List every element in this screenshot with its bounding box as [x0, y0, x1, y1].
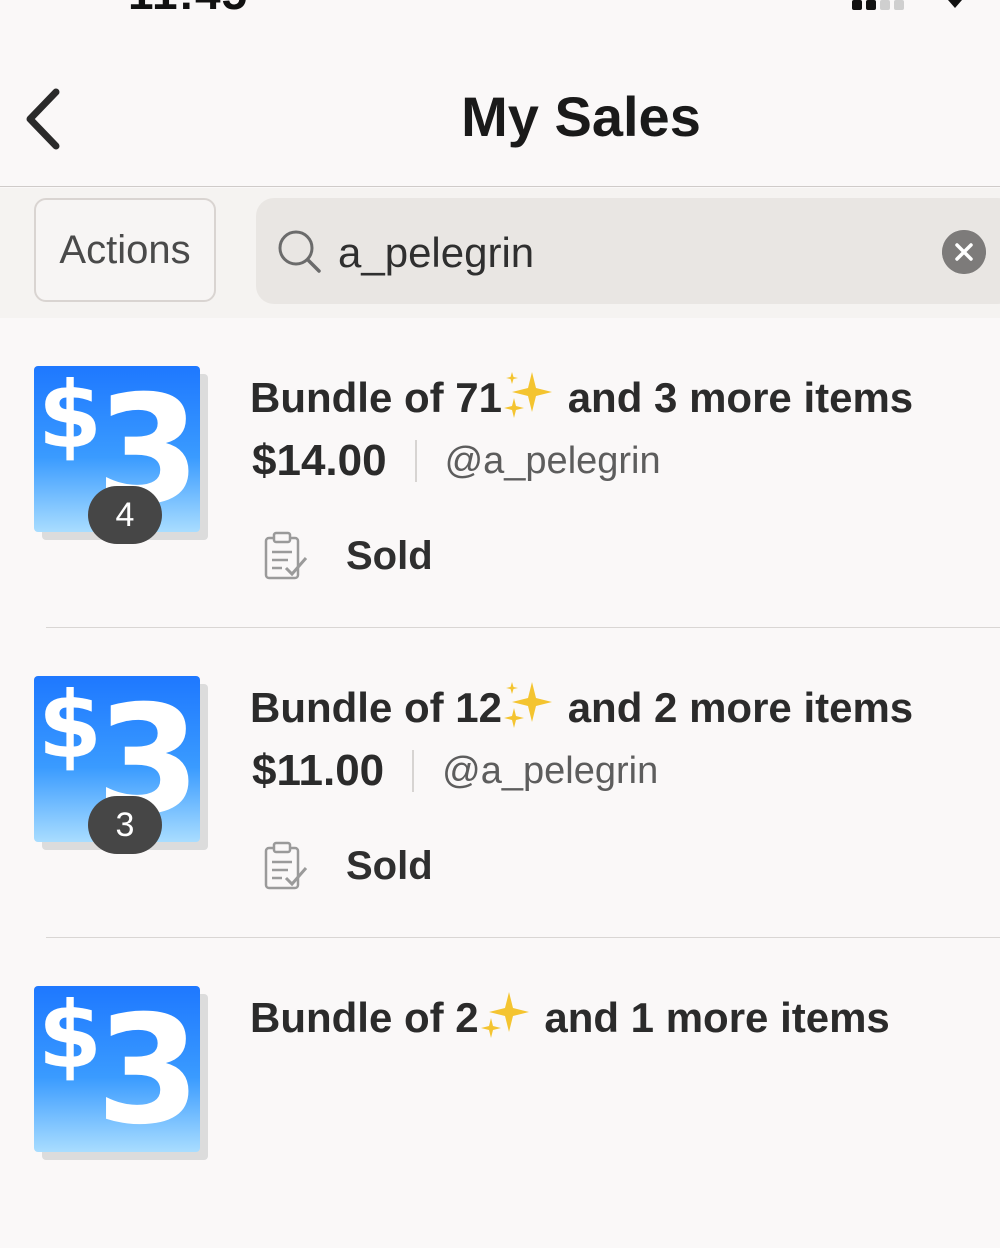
bundle-thumbnail: $ 3 4 — [34, 366, 208, 544]
sparkles-icon — [480, 992, 529, 1038]
sale-title: Bundle of 12 and 2 more items — [250, 680, 913, 732]
nav-bar: My Sales — [0, 40, 1000, 187]
bundle-thumbnail: $ 3 — [34, 986, 208, 1160]
sale-status: Sold — [262, 840, 433, 892]
actions-button[interactable]: Actions — [34, 198, 216, 302]
separator — [414, 440, 417, 482]
sale-row[interactable]: $ 3 Bundle of 2 and 1 more items — [0, 938, 1000, 1248]
sale-title: Bundle of 71 and 3 more items — [250, 370, 913, 422]
search-icon — [278, 230, 321, 273]
bundle-thumbnail: $ 3 3 — [34, 676, 208, 854]
search-box[interactable] — [256, 198, 1000, 304]
sale-title-suffix: and 2 more items — [556, 684, 914, 731]
clear-search-icon[interactable] — [942, 230, 986, 274]
item-count-badge: 3 — [88, 796, 162, 854]
thumb-dollar: $ — [38, 986, 103, 1089]
clipboard-check-icon — [264, 531, 308, 580]
thumb-dollar: $ — [38, 366, 103, 469]
sale-title-suffix: and 1 more items — [532, 994, 890, 1041]
sale-price: $11.00 — [252, 746, 385, 795]
search-input[interactable] — [336, 222, 900, 284]
sale-title-prefix: Bundle of 2 — [250, 994, 479, 1041]
sale-title-prefix: Bundle of 71 — [250, 374, 503, 421]
sale-title-prefix: Bundle of 12 — [250, 684, 503, 731]
status-time: 11:45 — [128, 0, 248, 20]
status-bar: 11:45 — [0, 0, 1000, 40]
sale-title: Bundle of 2 and 1 more items — [250, 990, 890, 1042]
separator — [412, 750, 415, 792]
sale-price: $14.00 — [252, 436, 387, 485]
sparkles-icon — [504, 372, 553, 418]
clipboard-check-icon — [264, 841, 308, 890]
thumb-number: 3 — [96, 986, 200, 1152]
toolbar: Actions — [0, 188, 1000, 318]
buyer-handle[interactable]: @a_pelegrin — [442, 750, 658, 793]
wifi-icon — [948, 0, 962, 8]
item-count-badge: 4 — [88, 486, 162, 544]
sale-row[interactable]: $ 3 3 Bundle of 12 and 2 more items $11.… — [0, 628, 1000, 938]
price-line: $14.00 @a_pelegrin — [252, 436, 661, 486]
status-label: Sold — [346, 843, 433, 888]
buyer-handle[interactable]: @a_pelegrin — [445, 440, 661, 483]
signal-icon — [852, 0, 912, 10]
sale-row[interactable]: $ 3 4 Bundle of 71 and 3 more items $14.… — [0, 318, 1000, 628]
sale-title-suffix: and 3 more items — [556, 374, 914, 421]
page-title: My Sales — [461, 85, 701, 148]
sale-status: Sold — [262, 530, 433, 582]
thumb-dollar: $ — [38, 676, 103, 779]
status-label: Sold — [346, 533, 433, 578]
sparkles-icon — [504, 682, 553, 728]
price-line: $11.00 @a_pelegrin — [252, 746, 658, 796]
